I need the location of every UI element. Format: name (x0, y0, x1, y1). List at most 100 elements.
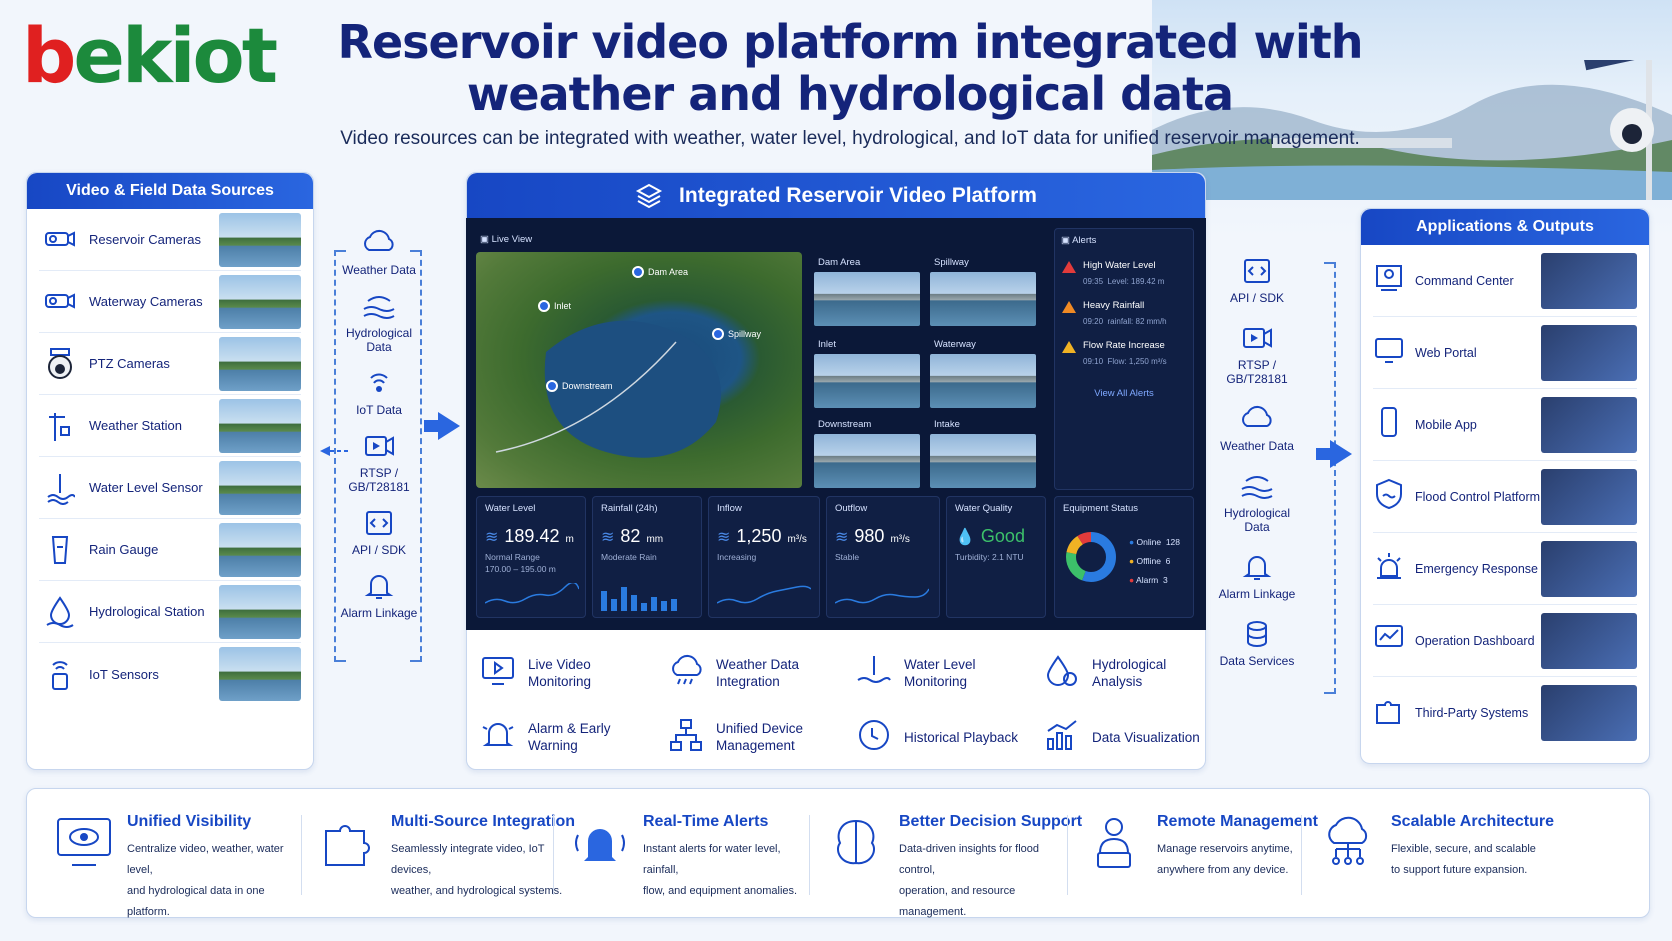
map-pin-inlet[interactable]: Inlet (538, 300, 571, 312)
benefit-description: Instant alerts for water level, rainfall… (643, 843, 798, 897)
source-item[interactable]: Water Level Sensor (39, 457, 301, 519)
cloud-icon (360, 228, 398, 263)
benefit-title: Multi-Source Integration (391, 813, 575, 830)
camera-feed-tile[interactable]: Waterway (930, 336, 1038, 414)
eye-monitor-icon (51, 813, 117, 879)
benefit-separator (809, 815, 810, 895)
flow-item: RTSP / GB/T28181 (1212, 323, 1302, 386)
source-label: Water Level Sensor (89, 480, 203, 495)
source-thumbnail (219, 212, 301, 267)
command-center-icon (1373, 262, 1405, 299)
camera-feed-image (814, 354, 920, 408)
bell-icon (1238, 552, 1276, 587)
camera-feed-label: Intake (934, 419, 960, 430)
flow-label: RTSP / GB/T28181 (1226, 358, 1288, 386)
flow-item: Hydrological Data (1212, 471, 1302, 534)
source-label: Rain Gauge (89, 542, 159, 557)
source-thumbnail (219, 274, 301, 329)
page-title: Reservoir video platform integrated with… (337, 15, 1364, 121)
source-label: Hydrological Station (89, 604, 205, 619)
map-pin-spillway[interactable]: Spillway (712, 328, 761, 340)
camera-feed-tile[interactable]: Inlet (814, 336, 922, 414)
application-label: Web Portal (1415, 345, 1477, 360)
camera-feed-tile[interactable]: Spillway (930, 254, 1038, 332)
camera-feed-image (930, 434, 1036, 488)
metric-value: 82 (620, 526, 641, 546)
source-item[interactable]: Rain Gauge (39, 519, 301, 581)
feature-label: Alarm & Early Warning (528, 721, 611, 753)
metric-note: Normal Range (485, 552, 540, 562)
flow-arrow-output-icon (1316, 440, 1352, 468)
alert-item[interactable]: Heavy Rainfall 09:20 rainfall: 82 mm/h (1061, 300, 1187, 326)
application-item[interactable]: Operation Dashboard (1373, 605, 1637, 677)
flow-label: IoT Data (356, 403, 402, 417)
source-thumbnail (219, 647, 301, 701)
application-label: Mobile App (1415, 417, 1477, 432)
video-stream-icon (1238, 323, 1276, 358)
source-item[interactable]: PTZ Cameras (39, 333, 301, 395)
map-pin-downstream[interactable]: Downstream (546, 380, 613, 392)
source-item[interactable]: Reservoir Cameras (39, 209, 301, 271)
source-item[interactable]: IoT Sensors (39, 643, 301, 705)
camera-feed-tile[interactable]: Dam Area (814, 254, 922, 332)
source-item[interactable]: Waterway Cameras (39, 271, 301, 333)
iot-sensor-icon (39, 653, 81, 695)
metric-note: Moderate Rain (601, 552, 657, 562)
flow-label: API / SDK (351, 543, 407, 557)
platform-title: Integrated Reservoir Video Platform (679, 184, 1037, 207)
application-item[interactable]: Web Portal (1373, 317, 1637, 389)
data-sources-title: Video & Field Data Sources (27, 173, 313, 209)
alert-item[interactable]: High Water Level 09:35 Level: 189.42 m (1061, 260, 1187, 286)
benefit-separator (301, 815, 302, 895)
cloud-rain-icon: ≋ (601, 529, 615, 546)
camera-feed-tile[interactable]: Intake (930, 416, 1038, 494)
metric-sparkline (485, 583, 579, 604)
source-item[interactable]: Weather Station (39, 395, 301, 457)
alert-title: Flow Rate Increase (1083, 340, 1165, 351)
alert-detail: rainfall: 82 mm/h (1107, 317, 1167, 326)
application-item[interactable]: Emergency Response (1373, 533, 1637, 605)
source-item[interactable]: Hydrological Station (39, 581, 301, 643)
application-label: Command Center (1415, 273, 1514, 288)
application-item[interactable]: Command Center (1373, 245, 1637, 317)
platform-header: Integrated Reservoir Video Platform (467, 173, 1205, 219)
history-icon (856, 717, 892, 758)
benefit-title: Scalable Architecture (1391, 813, 1555, 830)
reservoir-map[interactable]: Dam Area Inlet Spillway Downstream (476, 252, 802, 488)
metric-card: Inflow ≋ 1,250 m³/s Increasing (708, 496, 820, 618)
application-item[interactable]: Flood Control Platform (1373, 461, 1637, 533)
cloud-icon (1238, 404, 1276, 439)
arrow-left-icon (320, 446, 348, 456)
benefit-item: Scalable Architecture Flexible, secure, … (1315, 789, 1563, 919)
flow-bracket-output (1324, 262, 1336, 694)
metric-range: 170.00 – 195.00 m (485, 564, 556, 574)
metric-value: 980 (854, 526, 885, 546)
warning-icon (1062, 301, 1076, 313)
flow-item: Hydrological Data (334, 291, 424, 354)
view-all-alerts-link[interactable]: View All Alerts (1061, 388, 1187, 399)
map-pin-dam-area[interactable]: Dam Area (632, 266, 688, 278)
flow-item: Alarm Linkage (334, 571, 424, 620)
web-portal-icon (1373, 334, 1405, 371)
alarm-bell-icon (480, 717, 516, 758)
outflow-icon: ≋ (835, 529, 849, 546)
waves-icon: ≋ (485, 529, 499, 546)
flow-item: IoT Data (334, 368, 424, 417)
metric-unit: mm (646, 534, 664, 545)
alert-bell-icon (567, 813, 633, 879)
metric-value: 189.42 (504, 526, 560, 546)
metric-unit: m³/s (890, 534, 910, 545)
application-item[interactable]: Mobile App (1373, 389, 1637, 461)
equipment-legend: ● Online 128 ● Offline 6 ● Alarm 3 (1129, 537, 1181, 585)
feature-item: Weather Data Integration (668, 644, 842, 702)
camera-feed-tile[interactable]: Downstream (814, 416, 922, 494)
alert-title: High Water Level (1083, 260, 1156, 271)
alert-item[interactable]: Flow Rate Increase 09:10 Flow: 1,250 m³/… (1061, 340, 1187, 366)
source-thumbnail (219, 522, 301, 577)
camera-feed-image (814, 272, 920, 326)
metric-label: Water Quality (955, 503, 1013, 514)
application-item[interactable]: Third-Party Systems (1373, 677, 1637, 749)
alert-time: 09:20 (1083, 317, 1104, 326)
metric-label: Inflow (717, 503, 742, 514)
flow-item: Data Services (1212, 619, 1302, 668)
